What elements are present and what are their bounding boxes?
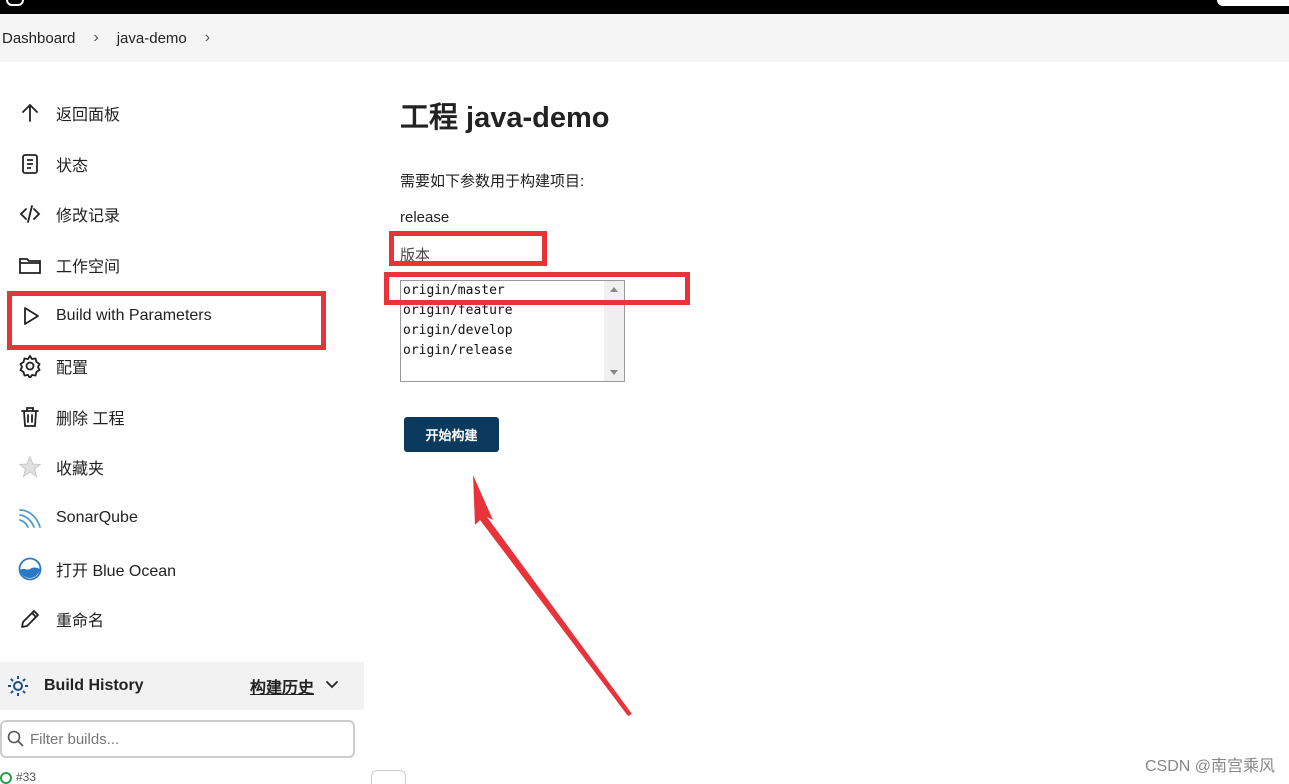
jenkins-logo-icon[interactable] (6, 0, 24, 6)
sidebar-item-delete-project[interactable]: 删除 工程 (0, 392, 364, 443)
code-icon (16, 200, 44, 228)
option-item[interactable]: origin/develop (401, 321, 624, 341)
folder-icon (16, 251, 44, 279)
arrow-shape (473, 475, 632, 716)
corner-button[interactable] (371, 770, 406, 784)
start-build-button[interactable]: 开始构建 (404, 417, 499, 452)
breadcrumb-java-demo[interactable]: java-demo (115, 30, 189, 47)
highlight-box-param-description (389, 231, 547, 266)
option-item[interactable]: origin/release (401, 341, 624, 361)
gear-icon (16, 352, 44, 380)
sidebar-tasks: 返回面板 状态 修改记录 工作空间 Build with Parameters … (0, 88, 364, 645)
breadcrumb-separator-icon[interactable]: › (93, 29, 98, 47)
top-header-bar (0, 0, 1289, 14)
success-status-icon (0, 772, 12, 784)
highlight-box-sidebar (7, 291, 326, 350)
sidebar-item-back-to-dashboard[interactable]: 返回面板 (0, 88, 364, 139)
sidebar-item-label: 修改记录 (56, 208, 121, 226)
filter-placeholder: Filter builds... (30, 730, 120, 748)
watermark: CSDN @南宫乘风 (1144, 758, 1275, 775)
red-arrow-annotation (473, 475, 632, 716)
sidebar-item-label: 删除 工程 (56, 410, 125, 428)
filter-builds-input[interactable]: Filter builds... (0, 720, 355, 758)
build-history-sun-icon (4, 672, 32, 700)
breadcrumb-dashboard[interactable]: Dashboard (0, 30, 77, 47)
sidebar-item-favorite[interactable]: 收藏夹 (0, 442, 364, 493)
build-history-row[interactable]: #33 (0, 768, 364, 784)
sidebar-item-label: 工作空间 (56, 259, 121, 277)
params-description: 需要如下参数用于构建项目: (400, 173, 585, 190)
scroll-down-icon[interactable] (610, 370, 618, 375)
breadcrumb: Dashboard › java-demo › (0, 14, 1289, 62)
sidebar-item-label: 重命名 (56, 613, 105, 631)
sidebar-item-status[interactable]: 状态 (0, 139, 364, 190)
build-history-title: Build History (44, 677, 144, 694)
sidebar-item-changes[interactable]: 修改记录 (0, 189, 364, 240)
star-icon (16, 453, 44, 481)
sidebar-item-label: SonarQube (56, 509, 138, 527)
sonarqube-icon (16, 504, 44, 532)
sidebar-item-label: 配置 (56, 360, 89, 378)
sidebar-item-workspace[interactable]: 工作空间 (0, 240, 364, 291)
sidebar-item-label: 状态 (56, 157, 89, 175)
main-panel: 工程 java-demo 需要如下参数用于构建项目: release 版本 or… (400, 96, 625, 452)
arrow-up-icon (16, 99, 44, 127)
document-icon (16, 150, 44, 178)
header-search-box[interactable] (1217, 0, 1289, 6)
sidebar-item-sonarqube[interactable]: SonarQube (0, 493, 364, 544)
sidebar-item-label: 打开 Blue Ocean (56, 562, 177, 580)
param-name: release (400, 209, 450, 226)
blue-ocean-icon (16, 555, 44, 583)
chevron-down-icon[interactable] (324, 676, 340, 697)
pencil-icon (16, 605, 44, 633)
sidebar-item-label: 返回面板 (56, 107, 121, 125)
page-title: 工程 java-demo (400, 102, 610, 134)
sidebar-item-label: 收藏夹 (56, 461, 105, 479)
highlight-box-first-option (384, 272, 690, 305)
trash-icon (16, 403, 44, 431)
sidebar-item-blue-ocean[interactable]: 打开 Blue Ocean (0, 543, 364, 594)
build-history-link[interactable]: 构建历史 (250, 674, 314, 698)
breadcrumb-separator-icon[interactable]: › (205, 29, 210, 47)
sidebar-item-rename[interactable]: 重命名 (0, 594, 364, 645)
search-icon (6, 729, 26, 749)
build-number: #33 (16, 770, 37, 784)
build-history-header: Build History 构建历史 (0, 662, 364, 710)
